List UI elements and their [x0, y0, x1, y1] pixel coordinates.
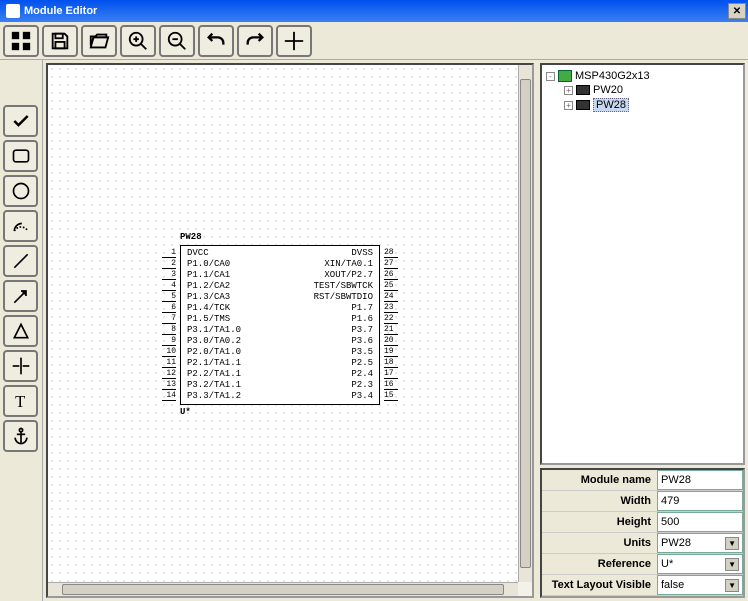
check-tool[interactable] — [3, 105, 38, 137]
tree-root[interactable]: - MSP430G2x13 — [546, 69, 739, 83]
chip-reference: U* — [180, 407, 191, 418]
properties-panel: Module name PW28 Width 479 Height 500 Un… — [540, 468, 745, 598]
window-title: Module Editor — [24, 5, 97, 17]
app-icon — [6, 4, 20, 18]
chip-symbol[interactable]: PW28 1234567891011121314 DVCCDVSSP1.0/CA… — [180, 245, 380, 405]
prop-label-units: Units — [542, 533, 657, 553]
expand-icon[interactable]: + — [564, 86, 573, 95]
vertical-scrollbar[interactable] — [518, 65, 532, 582]
horizontal-scrollbar[interactable] — [48, 582, 518, 596]
expand-icon[interactable]: - — [546, 72, 555, 81]
zoom-out-button[interactable] — [159, 25, 195, 57]
redo-button[interactable] — [237, 25, 273, 57]
chip-body: DVCCDVSSP1.0/CA0XIN/TA0.1P1.1/CA1XOUT/P2… — [180, 245, 380, 405]
prop-select-reference[interactable]: U* — [657, 554, 743, 574]
tree-item-pw20[interactable]: + PW20 — [564, 83, 739, 97]
prop-label-reference: Reference — [542, 554, 657, 574]
chip-label: PW28 — [180, 232, 202, 243]
svg-text:T: T — [15, 392, 25, 411]
line-tool[interactable] — [3, 245, 38, 277]
prop-label-width: Width — [542, 491, 657, 511]
prop-label-text-layout: Text Layout Visible — [542, 575, 657, 595]
grid-view-button[interactable] — [3, 25, 39, 57]
rect-tool[interactable] — [3, 140, 38, 172]
side-toolbar: T — [0, 60, 43, 601]
prop-label-height: Height — [542, 512, 657, 532]
prop-label-module-name: Module name — [542, 470, 657, 490]
circle-tool[interactable] — [3, 175, 38, 207]
package-icon — [576, 85, 590, 95]
pin-numbers-right: 2827262524232221201918171615 — [384, 247, 398, 401]
arrow-tool[interactable] — [3, 280, 38, 312]
prop-input-module-name[interactable]: PW28 — [657, 470, 743, 490]
package-icon — [576, 100, 590, 110]
crosshair-button[interactable] — [276, 25, 312, 57]
prop-select-text-layout[interactable]: false — [657, 575, 743, 595]
prop-input-width[interactable]: 479 — [657, 491, 743, 511]
pin-tool[interactable] — [3, 350, 38, 382]
save-button[interactable] — [42, 25, 78, 57]
close-button[interactable]: ✕ — [728, 3, 746, 19]
pin-numbers-left: 1234567891011121314 — [162, 247, 176, 401]
expand-icon[interactable]: + — [564, 101, 573, 110]
prop-select-units[interactable]: PW28 — [657, 533, 743, 553]
title-bar: Module Editor ✕ — [0, 0, 748, 22]
tree-item-pw28[interactable]: + PW28 — [564, 97, 739, 113]
arc-tool[interactable] — [3, 210, 38, 242]
top-toolbar — [0, 22, 748, 60]
triangle-tool[interactable] — [3, 315, 38, 347]
prop-input-height[interactable]: 500 — [657, 512, 743, 532]
zoom-in-button[interactable] — [120, 25, 156, 57]
anchor-tool[interactable] — [3, 420, 38, 452]
canvas-area[interactable]: PW28 1234567891011121314 DVCCDVSSP1.0/CA… — [46, 63, 534, 598]
chip-icon — [558, 70, 572, 82]
undo-button[interactable] — [198, 25, 234, 57]
text-tool[interactable]: T — [3, 385, 38, 417]
open-button[interactable] — [81, 25, 117, 57]
module-tree[interactable]: - MSP430G2x13 + PW20 + PW28 — [540, 63, 745, 465]
